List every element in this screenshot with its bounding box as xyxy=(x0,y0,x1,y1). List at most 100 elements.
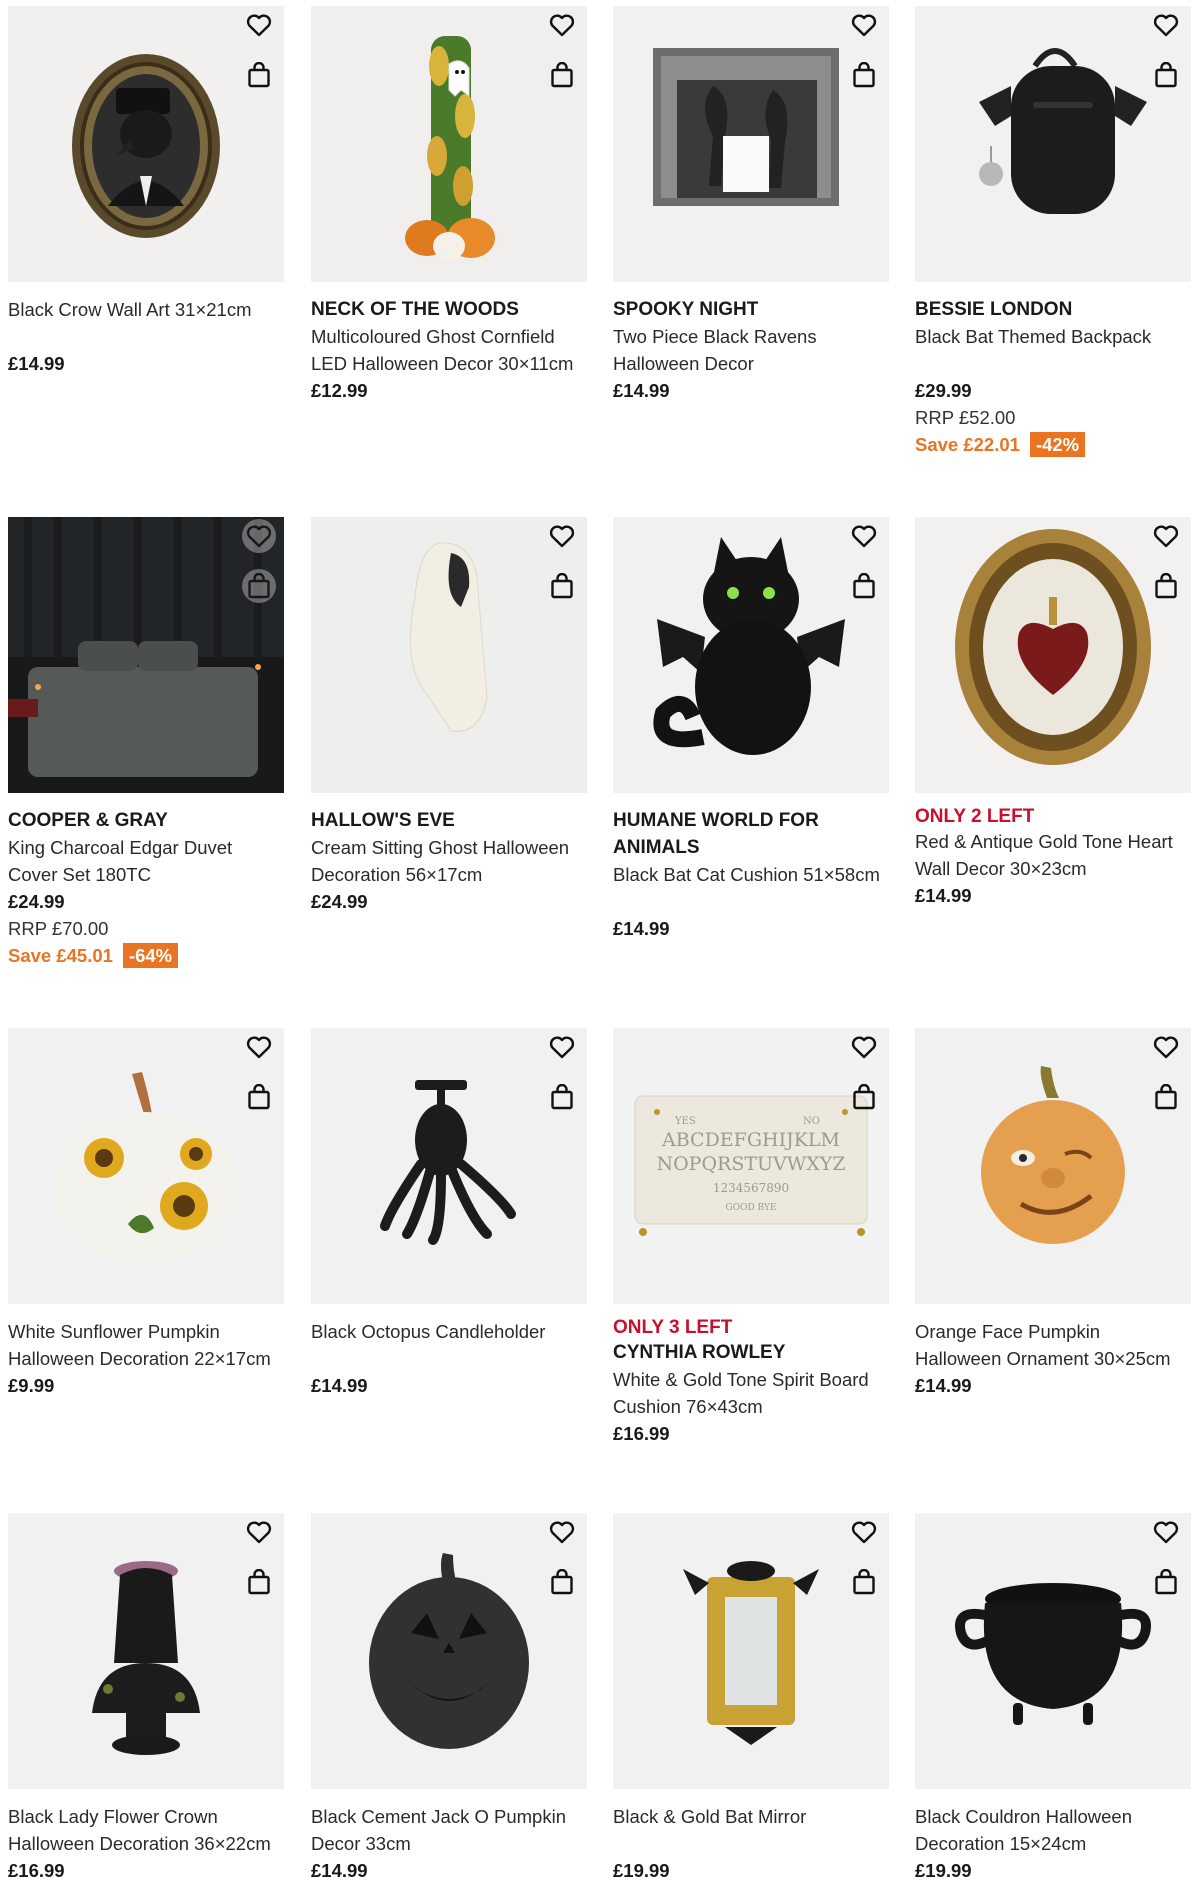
product-details: COOPER & GRAY King Charcoal Edgar Duvet C… xyxy=(8,807,284,969)
product-title[interactable]: Black Crow Wall Art 31×21cm xyxy=(8,296,284,323)
product-card[interactable]: HUMANE WORLD FOR ANIMALS Black Bat Cat Cu… xyxy=(613,517,889,942)
product-image[interactable] xyxy=(311,1028,587,1304)
product-title[interactable]: Red & Antique Gold Tone Heart Wall Decor… xyxy=(915,828,1191,882)
product-title[interactable]: Black Octopus Candleholder xyxy=(311,1318,587,1345)
heart-icon[interactable] xyxy=(545,1515,579,1549)
product-price: £14.99 xyxy=(8,353,65,374)
product-title[interactable]: Cream Sitting Ghost Halloween Decoration… xyxy=(311,834,587,888)
shopping-bag-icon[interactable] xyxy=(1149,1080,1183,1114)
product-card[interactable]: BESSIE LONDON Black Bat Themed Backpack £2… xyxy=(915,6,1191,458)
product-image[interactable] xyxy=(311,6,587,282)
heart-icon[interactable] xyxy=(545,1030,579,1064)
heart-icon[interactable] xyxy=(847,8,881,42)
shopping-bag-icon[interactable] xyxy=(242,1080,276,1114)
heart-icon[interactable] xyxy=(242,1515,276,1549)
product-image[interactable] xyxy=(311,517,587,793)
product-details: Orange Face Pumpkin Halloween Ornament 3… xyxy=(915,1318,1191,1399)
product-title[interactable]: Orange Face Pumpkin Halloween Ornament 3… xyxy=(915,1318,1191,1372)
product-image[interactable] xyxy=(311,1513,587,1789)
product-image[interactable] xyxy=(8,6,284,282)
heart-icon[interactable] xyxy=(1149,519,1183,553)
product-price: £29.99 xyxy=(915,380,972,401)
heart-icon[interactable] xyxy=(1149,1515,1183,1549)
product-image[interactable]: ABCDEFGHIJKLM NOPQRSTUVWXYZ 1234567890 Y… xyxy=(613,1028,889,1304)
heart-icon[interactable] xyxy=(545,8,579,42)
product-title[interactable]: King Charcoal Edgar Duvet Cover Set 180T… xyxy=(8,834,284,888)
shopping-bag-icon[interactable] xyxy=(847,58,881,92)
product-title[interactable]: Two Piece Black Ravens Halloween Decor xyxy=(613,323,889,377)
product-card[interactable]: ABCDEFGHIJKLM NOPQRSTUVWXYZ 1234567890 Y… xyxy=(613,1028,889,1447)
product-card[interactable]: SPOOKY NIGHT Two Piece Black Ravens Hallo… xyxy=(613,6,889,404)
product-brand[interactable]: NECK OF THE WOODS xyxy=(311,296,587,323)
product-title[interactable]: Black & Gold Bat Mirror xyxy=(613,1803,889,1830)
product-price: £14.99 xyxy=(613,918,670,939)
product-image[interactable] xyxy=(915,517,1191,793)
product-card[interactable]: Black Crow Wall Art 31×21cm £14.99 xyxy=(8,6,284,377)
shopping-bag-icon[interactable] xyxy=(242,58,276,92)
product-title[interactable]: Black Lady Flower Crown Halloween Decora… xyxy=(8,1803,284,1857)
heart-icon[interactable] xyxy=(242,8,276,42)
product-brand[interactable]: SPOOKY NIGHT xyxy=(613,296,889,323)
product-card[interactable]: Black Couldron Halloween Decoration 15×2… xyxy=(915,1513,1191,1884)
stock-badge: ONLY 3 LEFT xyxy=(613,1317,733,1338)
product-card[interactable]: ONLY 2 LEFT Red & Antique Gold Tone Heart… xyxy=(915,517,1191,909)
product-title[interactable]: Multicoloured Ghost Cornfield LED Hallow… xyxy=(311,323,587,377)
product-card[interactable]: COOPER & GRAY King Charcoal Edgar Duvet C… xyxy=(8,517,284,969)
product-image[interactable] xyxy=(915,1028,1191,1304)
product-image[interactable] xyxy=(915,6,1191,282)
shopping-bag-icon[interactable] xyxy=(545,58,579,92)
heart-icon[interactable] xyxy=(847,1515,881,1549)
product-details: White Sunflower Pumpkin Halloween Decora… xyxy=(8,1318,284,1399)
product-image[interactable] xyxy=(8,1028,284,1304)
product-image[interactable] xyxy=(915,1513,1191,1789)
shopping-bag-icon[interactable] xyxy=(847,569,881,603)
product-title[interactable]: Black Bat Cat Cushion 51×58cm xyxy=(613,861,889,888)
heart-icon[interactable] xyxy=(847,1030,881,1064)
shopping-bag-icon[interactable] xyxy=(847,1565,881,1599)
product-brand[interactable]: COOPER & GRAY xyxy=(8,807,284,834)
product-title[interactable]: Black Couldron Halloween Decoration 15×2… xyxy=(915,1803,1191,1857)
shopping-bag-icon[interactable] xyxy=(1149,569,1183,603)
spirit-board-numbers: 1234567890 xyxy=(713,1181,789,1195)
shopping-bag-icon[interactable] xyxy=(1149,58,1183,92)
heart-icon[interactable] xyxy=(1149,8,1183,42)
product-details: Black Crow Wall Art 31×21cm £14.99 xyxy=(8,296,284,377)
product-card[interactable]: Orange Face Pumpkin Halloween Ornament 3… xyxy=(915,1028,1191,1399)
shopping-bag-icon[interactable] xyxy=(545,1080,579,1114)
product-brand[interactable]: CYNTHIA ROWLEY xyxy=(613,1339,889,1366)
product-image[interactable] xyxy=(613,6,889,282)
product-title[interactable]: White & Gold Tone Spirit Board Cushion 7… xyxy=(613,1366,889,1420)
product-card[interactable]: Black & Gold Bat Mirror £19.99 xyxy=(613,1513,889,1884)
heart-icon[interactable] xyxy=(847,519,881,553)
product-card[interactable]: White Sunflower Pumpkin Halloween Decora… xyxy=(8,1028,284,1399)
product-card[interactable]: HALLOW'S EVE Cream Sitting Ghost Hallowee… xyxy=(311,517,587,915)
product-brand[interactable]: BESSIE LONDON xyxy=(915,296,1191,323)
product-details: Black Octopus Candleholder £14.99 xyxy=(311,1318,587,1399)
product-title[interactable]: Black Bat Themed Backpack xyxy=(915,323,1191,350)
product-image[interactable] xyxy=(613,1513,889,1789)
product-image[interactable] xyxy=(8,1513,284,1789)
product-card[interactable]: Black Lady Flower Crown Halloween Decora… xyxy=(8,1513,284,1884)
shopping-bag-icon[interactable] xyxy=(1149,1565,1183,1599)
heart-icon[interactable] xyxy=(1149,1030,1183,1064)
shopping-bag-icon[interactable] xyxy=(242,569,276,603)
product-image[interactable] xyxy=(613,517,889,793)
product-title[interactable]: Black Cement Jack O Pumpkin Decor 33cm xyxy=(311,1803,587,1857)
heart-icon[interactable] xyxy=(242,1030,276,1064)
product-card[interactable]: Black Cement Jack O Pumpkin Decor 33cm £1… xyxy=(311,1513,587,1884)
product-brand[interactable]: HALLOW'S EVE xyxy=(311,807,587,834)
product-image[interactable] xyxy=(8,517,284,793)
shopping-bag-icon[interactable] xyxy=(545,1565,579,1599)
shopping-bag-icon[interactable] xyxy=(847,1080,881,1114)
product-card[interactable]: NECK OF THE WOODS Multicoloured Ghost Cor… xyxy=(311,6,587,404)
shopping-bag-icon[interactable] xyxy=(545,569,579,603)
product-card[interactable]: Black Octopus Candleholder £14.99 xyxy=(311,1028,587,1399)
product-details: HALLOW'S EVE Cream Sitting Ghost Hallowee… xyxy=(311,807,587,915)
spirit-board-letters-2: NOPQRSTUVWXYZ xyxy=(656,1153,845,1175)
heart-icon[interactable] xyxy=(545,519,579,553)
product-title[interactable]: White Sunflower Pumpkin Halloween Decora… xyxy=(8,1318,284,1372)
heart-icon[interactable] xyxy=(242,519,276,553)
shopping-bag-icon[interactable] xyxy=(242,1565,276,1599)
product-brand[interactable]: HUMANE WORLD FOR ANIMALS xyxy=(613,807,889,861)
